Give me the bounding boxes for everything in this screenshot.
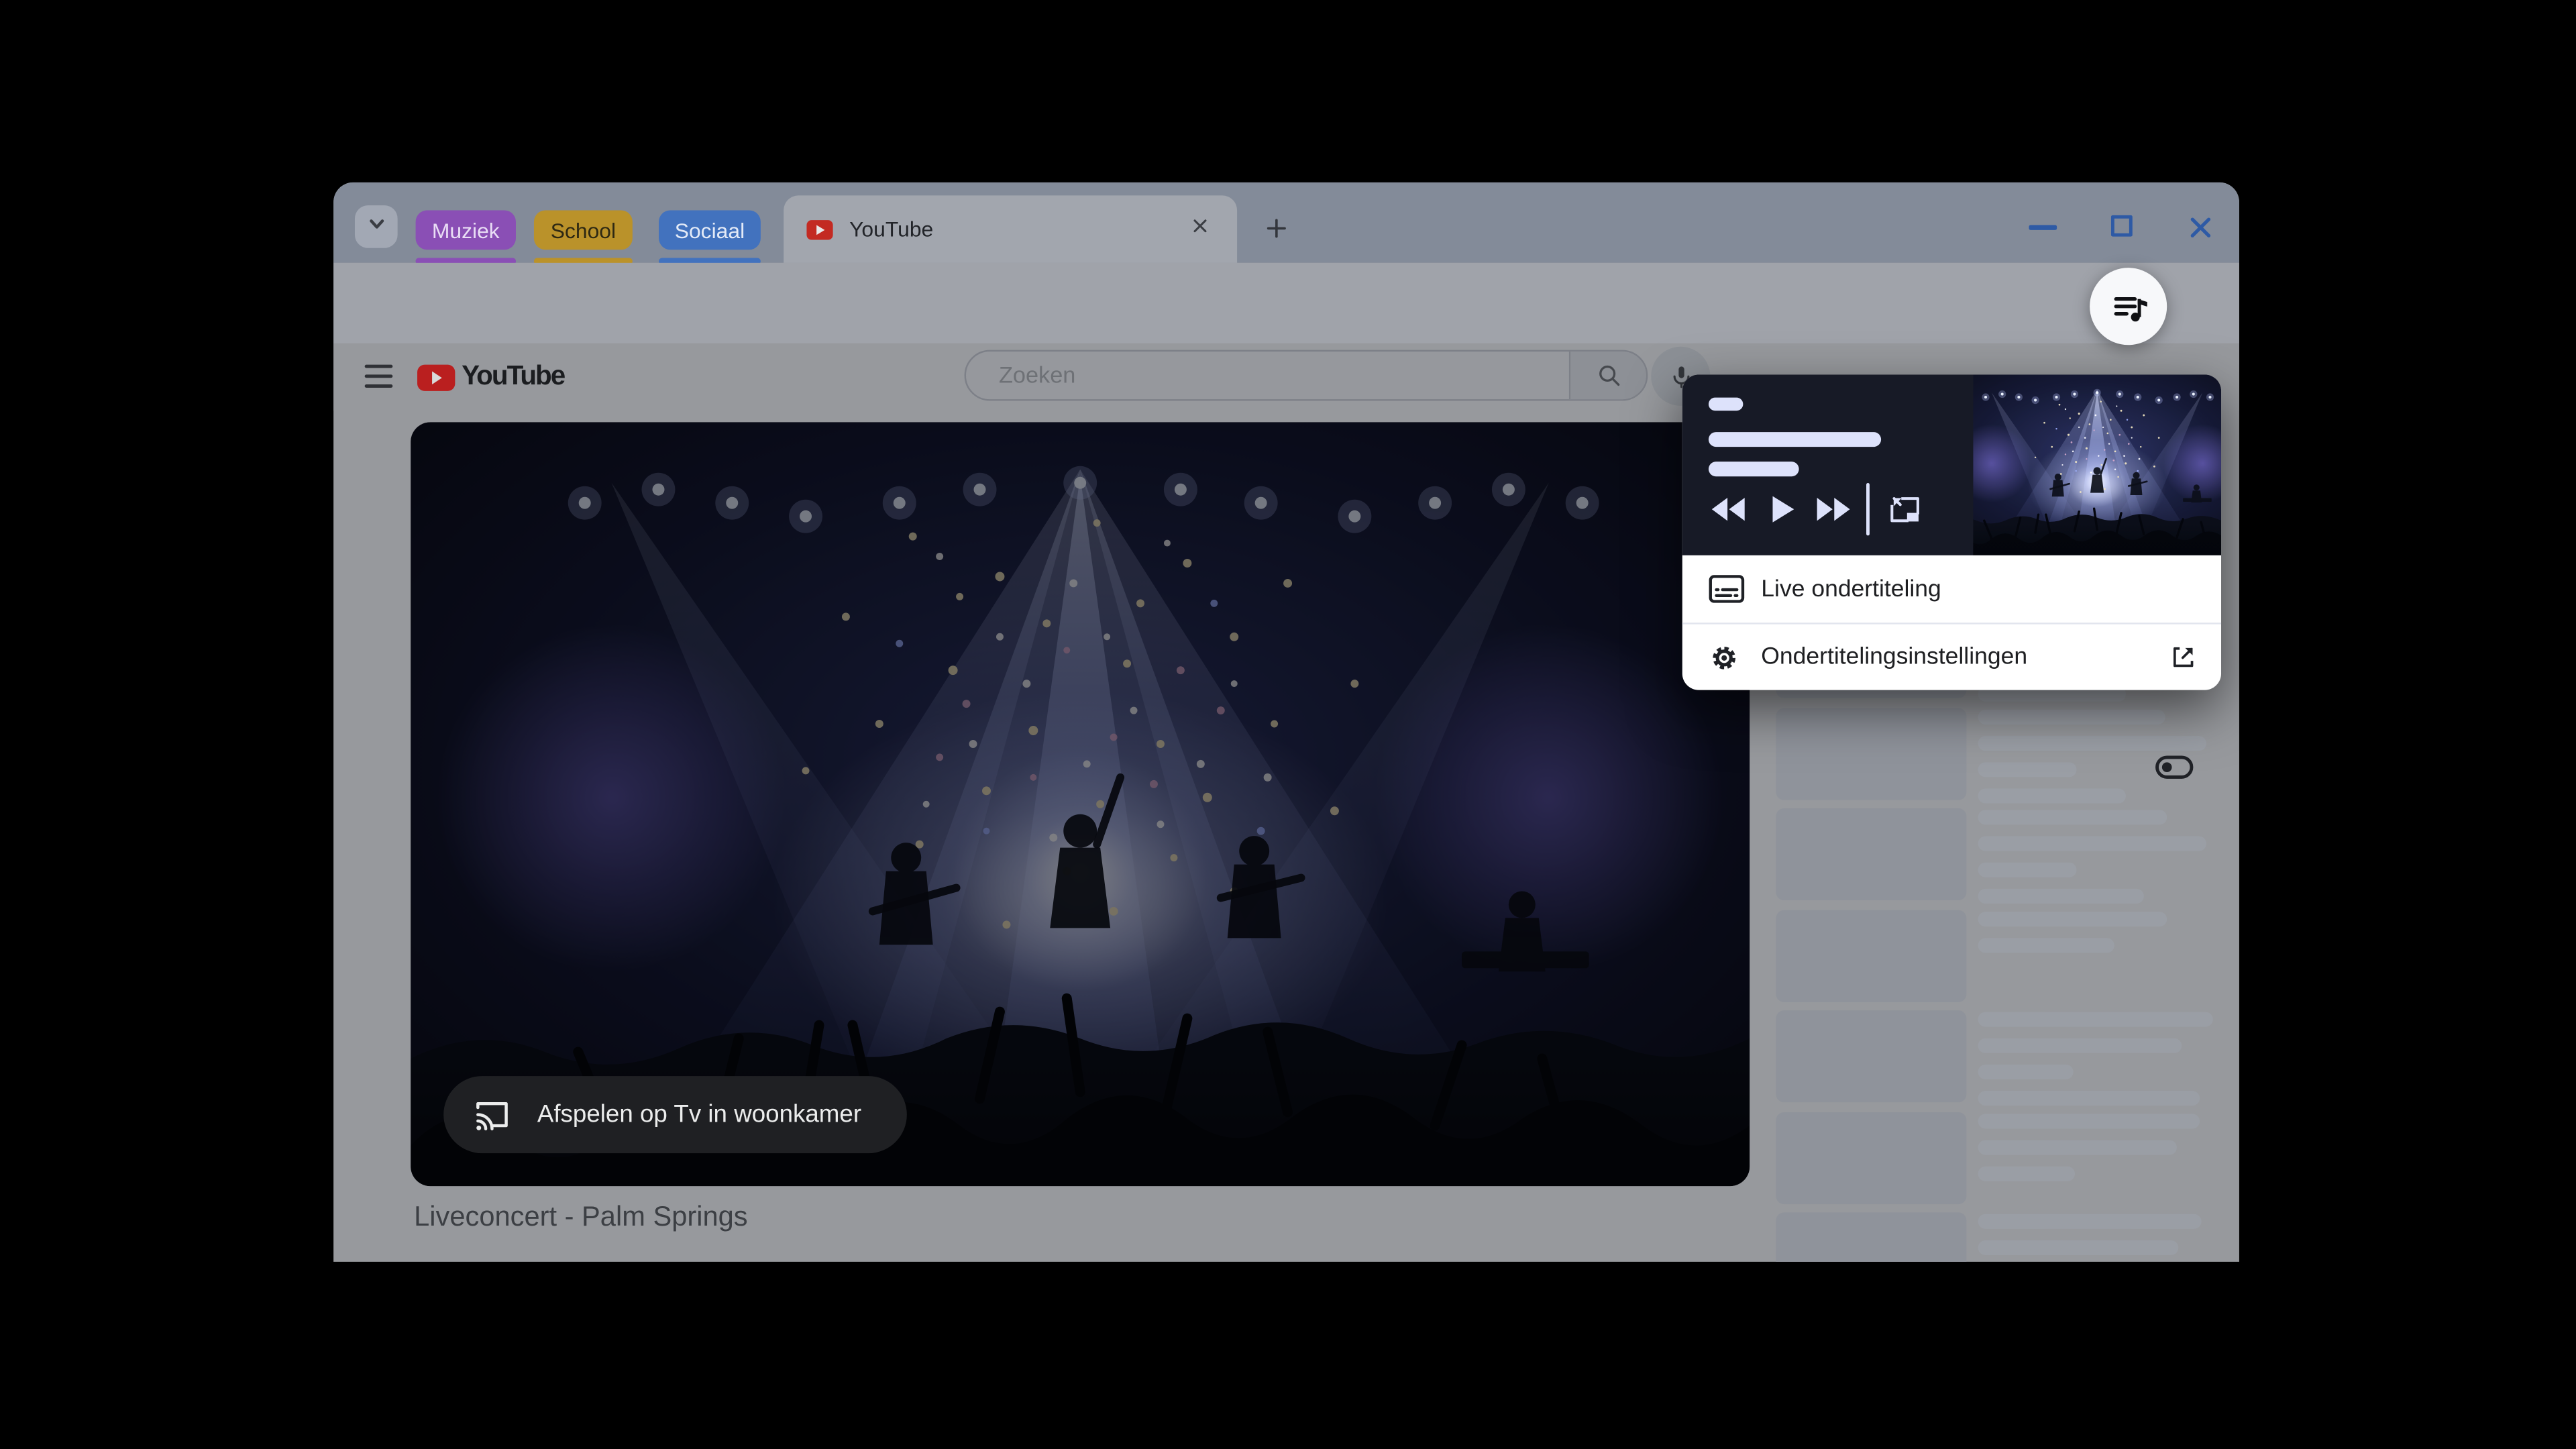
caption-settings-label: Ondertitelingsinstellingen xyxy=(1761,644,2028,671)
search-button[interactable] xyxy=(1568,352,1646,400)
tab-group-label: Muziek xyxy=(431,217,500,243)
tab-search-button[interactable] xyxy=(354,205,398,248)
live-caption-row[interactable]: Live ondertiteling xyxy=(1682,555,2221,779)
suggested-video-item[interactable] xyxy=(1776,708,2221,804)
media-artwork-thumbnail xyxy=(1973,374,2221,555)
video-thumbnail-placeholder xyxy=(1776,1010,1967,1103)
suggested-video-item[interactable] xyxy=(1776,1212,2221,1262)
suggested-video-item[interactable] xyxy=(1776,1010,2221,1106)
media-controls-popup: Live ondertiteling Ondertitelingsinstell… xyxy=(1682,374,2222,779)
tab-title: YouTube xyxy=(849,217,934,241)
tab-group-school[interactable]: School xyxy=(533,210,633,250)
video-thumbnail-placeholder xyxy=(1776,808,1967,901)
search-icon xyxy=(1598,365,1619,386)
close-icon xyxy=(2190,217,2211,237)
open-in-new-icon xyxy=(2174,647,2194,667)
tab-group-sociaal[interactable]: Sociaal xyxy=(659,210,761,250)
video-title: Liveconcert - Palm Springs xyxy=(414,1201,748,1232)
picture-in-picture-icon xyxy=(1890,497,1919,523)
concert-video-frame xyxy=(411,422,1750,1186)
tab-group-label: School xyxy=(550,217,616,243)
new-tab-button[interactable] xyxy=(1254,209,1300,255)
picture-in-picture-button[interactable] xyxy=(1888,493,1922,526)
window-maximize-button[interactable] xyxy=(2110,215,2133,237)
video-player[interactable]: Afspelen op Tv in woonkamer xyxy=(411,422,1750,1187)
window-minimize-button[interactable] xyxy=(2029,225,2057,230)
media-source-placeholder xyxy=(1708,397,1743,411)
open-in-new-button[interactable] xyxy=(2169,643,2198,672)
cast-label: Afspelen op Tv in woonkamer xyxy=(537,1100,862,1129)
video-thumbnail-placeholder xyxy=(1776,910,1967,1002)
suggested-video-item[interactable] xyxy=(1776,1112,2221,1206)
video-thumbnail-placeholder xyxy=(1776,708,1967,800)
menu-button[interactable] xyxy=(364,364,393,388)
gear-icon xyxy=(1713,646,1736,669)
media-controls-button[interactable] xyxy=(2090,268,2167,345)
search-placeholder: Zoeken xyxy=(998,361,1076,388)
youtube-play-icon xyxy=(417,364,455,390)
tab-youtube[interactable]: YouTube xyxy=(784,195,1238,263)
tab-strip: Muziek School Sociaal YouTube xyxy=(333,182,2239,265)
video-thumbnail-placeholder xyxy=(1776,1212,1967,1262)
previous-track-button[interactable] xyxy=(1711,498,1745,521)
youtube-wordmark: YouTube xyxy=(462,361,566,391)
browser-toolbar: youtube.com/watch/ xyxy=(333,262,2239,409)
video-thumbnail-placeholder xyxy=(1776,1112,1967,1205)
youtube-logo[interactable]: YouTube xyxy=(417,361,566,391)
controls-divider xyxy=(1866,483,1870,536)
next-track-button[interactable] xyxy=(1817,498,1850,521)
plus-icon xyxy=(1263,215,1289,249)
cast-icon xyxy=(476,1102,508,1130)
browser-window: Muziek School Sociaal YouTube YouTube Zo… xyxy=(333,182,2239,1262)
window-close-button[interactable] xyxy=(2187,213,2215,241)
screen: Muziek School Sociaal YouTube YouTube Zo… xyxy=(0,0,2576,1449)
suggested-video-item[interactable] xyxy=(1776,910,2221,1004)
tab-close-button[interactable] xyxy=(1186,215,1214,244)
tab-group-label: Sociaal xyxy=(674,217,745,243)
play-button[interactable] xyxy=(1772,496,1794,523)
caption-settings-row[interactable]: Ondertitelingsinstellingen xyxy=(1682,625,2221,690)
rewind-icon xyxy=(1711,498,1745,521)
subtitles-icon xyxy=(1709,575,1745,603)
fast-forward-icon xyxy=(1817,498,1850,521)
close-icon xyxy=(1189,215,1211,244)
play-icon xyxy=(1772,496,1794,523)
live-caption-label: Live ondertiteling xyxy=(1761,576,1941,602)
live-caption-toggle[interactable] xyxy=(2155,755,2194,779)
chevron-down-icon xyxy=(362,208,391,246)
queue-music-icon xyxy=(2113,296,2147,321)
suggested-video-item[interactable] xyxy=(1776,808,2221,904)
youtube-favicon-icon xyxy=(806,217,833,241)
search-input[interactable]: Zoeken xyxy=(964,350,1648,401)
tab-group-muziek[interactable]: Muziek xyxy=(415,210,516,250)
media-artist-placeholder xyxy=(1708,462,1799,477)
media-title-placeholder xyxy=(1708,432,1882,447)
media-session-card xyxy=(1682,374,2222,555)
cast-to-tv-banner[interactable]: Afspelen op Tv in woonkamer xyxy=(443,1076,907,1154)
